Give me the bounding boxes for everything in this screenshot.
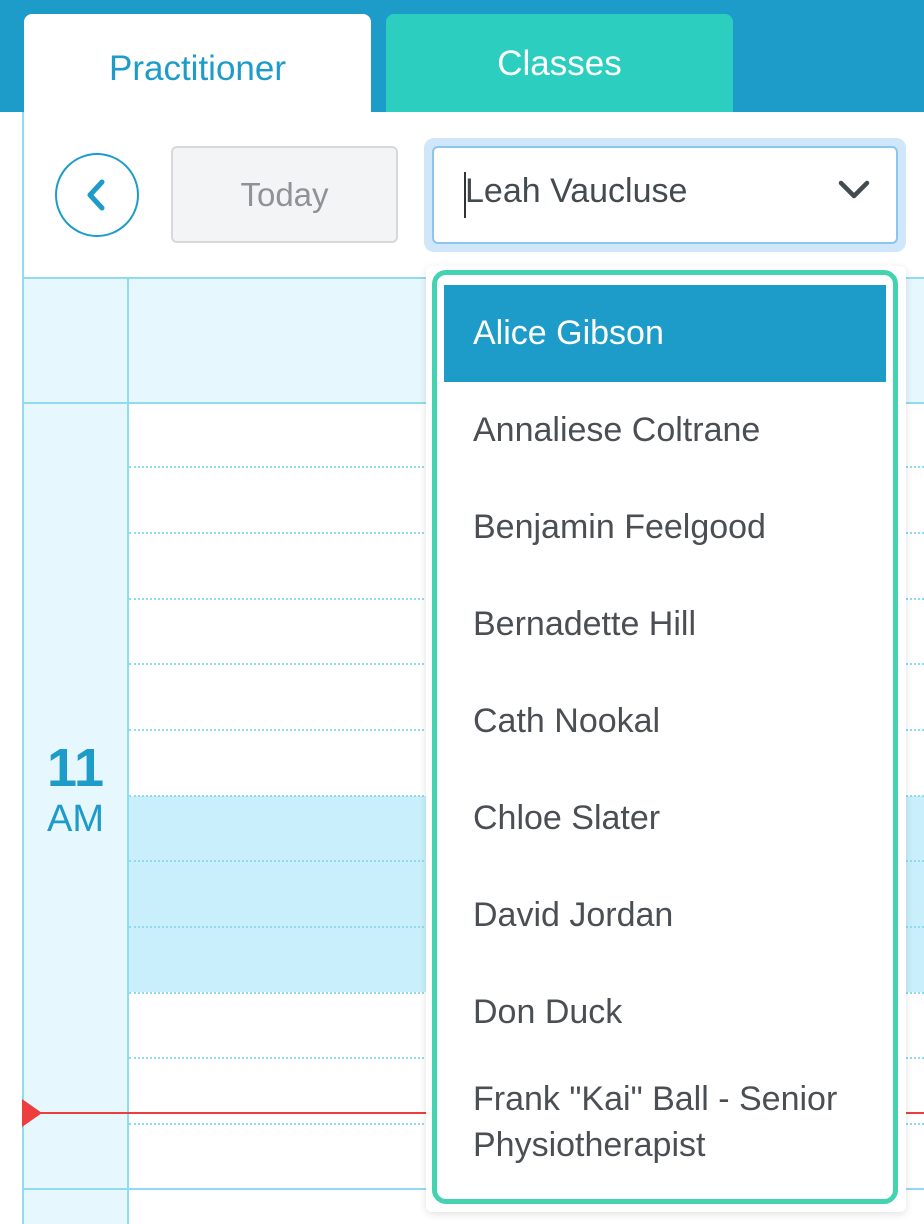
- chevron-left-icon: [87, 179, 105, 211]
- chevron-down-icon[interactable]: [836, 178, 872, 202]
- hour-ampm-label: AM: [47, 798, 104, 840]
- hour-label: 11: [46, 738, 105, 798]
- text-caret: [464, 172, 466, 218]
- current-time-marker: [22, 1099, 42, 1127]
- time-column-divider: [127, 277, 129, 1224]
- practitioner-dropdown: Alice Gibson Annaliese Coltrane Benjamin…: [432, 270, 898, 1204]
- dropdown-option[interactable]: Alice Gibson: [444, 285, 886, 382]
- dropdown-option[interactable]: Cath Nookal: [444, 673, 886, 770]
- tab-classes[interactable]: Classes: [386, 14, 733, 114]
- practitioner-select-value[interactable]: Leah Vaucluse: [465, 172, 687, 211]
- today-button[interactable]: Today: [171, 146, 398, 243]
- dropdown-option[interactable]: David Jordan: [444, 867, 886, 964]
- dropdown-option[interactable]: Frank "Kai" Ball - Senior Physiotherapis…: [444, 1061, 886, 1173]
- dropdown-option[interactable]: Bernadette Hill: [444, 576, 886, 673]
- dropdown-option[interactable]: Benjamin Feelgood: [444, 479, 886, 576]
- dropdown-option[interactable]: Annaliese Coltrane: [444, 382, 886, 479]
- tab-practitioner[interactable]: Practitioner: [24, 14, 371, 124]
- dropdown-option[interactable]: Don Duck: [444, 964, 886, 1061]
- dropdown-option[interactable]: Chloe Slater: [444, 770, 886, 867]
- dropdown-list: Alice Gibson Annaliese Coltrane Benjamin…: [444, 285, 886, 1173]
- previous-day-button[interactable]: [55, 153, 139, 237]
